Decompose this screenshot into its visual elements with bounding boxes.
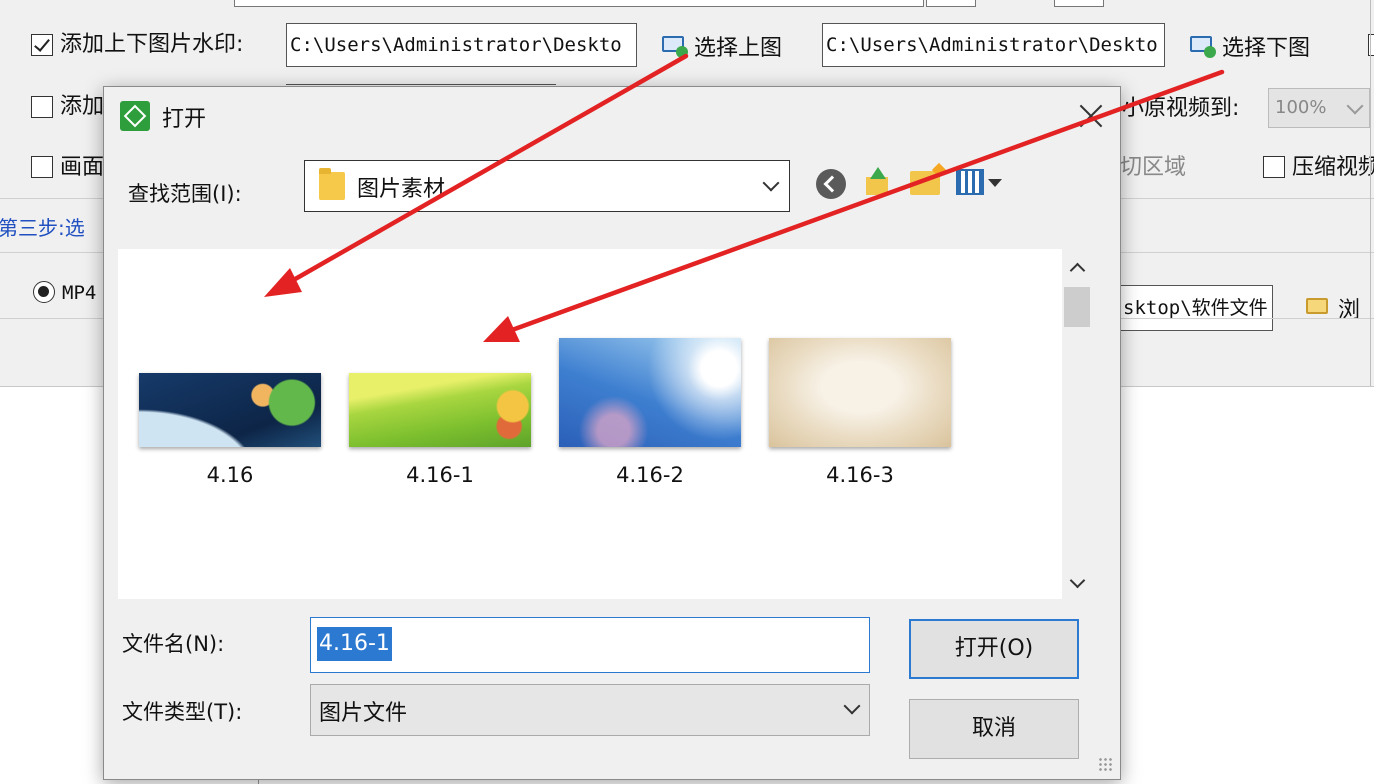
scroll-thumb[interactable] bbox=[1064, 287, 1090, 327]
file-item[interactable]: 4.16-2 bbox=[559, 338, 741, 487]
cropped-spin-2[interactable] bbox=[1054, 0, 1104, 7]
image-add-icon bbox=[662, 34, 688, 58]
image-add-icon bbox=[1190, 34, 1216, 58]
compress-video-checkbox[interactable] bbox=[1263, 156, 1285, 178]
vertical-scrollbar[interactable] bbox=[1062, 249, 1092, 599]
cropped-input-top[interactable] bbox=[234, 0, 924, 7]
select-top-image-button[interactable]: 选择上图 bbox=[662, 30, 782, 62]
chevron-down-icon bbox=[843, 697, 861, 715]
resize-grip-icon[interactable] bbox=[1098, 757, 1114, 773]
file-list-pane: 4.16 4.16-1 4.16-2 4.16-3 bbox=[118, 249, 1063, 599]
filetype-value: 图片文件 bbox=[319, 701, 408, 726]
file-item[interactable]: 4.16-3 bbox=[769, 338, 951, 487]
shrink-percent-select[interactable]: 100% bbox=[1268, 88, 1370, 128]
file-name: 4.16-3 bbox=[826, 463, 894, 487]
dialog-title: 打开 bbox=[162, 107, 207, 132]
file-item[interactable]: 4.16 bbox=[139, 373, 321, 487]
background-window-edge bbox=[1370, 0, 1371, 386]
filename-label: 文件名(N): bbox=[122, 632, 225, 656]
mp4-format-label: MP4 bbox=[62, 282, 97, 304]
app-logo-icon bbox=[120, 101, 150, 131]
cancel-button[interactable]: 取消 bbox=[909, 699, 1079, 759]
compress-video-label: 压缩视频 bbox=[1292, 155, 1374, 180]
filename-input[interactable]: 4.16-1 bbox=[310, 617, 870, 673]
folder-icon bbox=[319, 168, 345, 200]
step3-heading: 第三步:选 bbox=[0, 216, 85, 240]
output-path-input[interactable]: sktop\软件文件 bbox=[1120, 285, 1273, 331]
frame-option-label: 画面 bbox=[60, 155, 105, 180]
file-name: 4.16-1 bbox=[406, 463, 474, 487]
view-menu-icon[interactable] bbox=[956, 169, 984, 195]
look-in-label: 查找范围(I): bbox=[128, 182, 242, 206]
select-top-image-label: 选择上图 bbox=[694, 36, 783, 61]
thumbnail-image bbox=[139, 373, 321, 447]
add-top-bottom-watermark-checkbox[interactable] bbox=[31, 34, 53, 56]
caret-down-icon[interactable] bbox=[988, 179, 1002, 187]
thumbnail-image bbox=[349, 373, 531, 447]
back-arrow-icon[interactable] bbox=[816, 169, 846, 199]
crop-region-label: 切区域 bbox=[1120, 155, 1187, 180]
scroll-down-icon[interactable] bbox=[1069, 572, 1086, 589]
bottom-image-path-input[interactable]: C:\Users\Administrator\Deskto bbox=[822, 23, 1165, 67]
chevron-down-icon bbox=[762, 174, 780, 192]
open-file-dialog: 打开 查找范围(I): 图片素材 4.16 4.16-1 4.16-2 4.16… bbox=[103, 86, 1121, 780]
file-item[interactable]: 4.16-1 bbox=[349, 373, 531, 487]
top-image-path-input[interactable]: C:\Users\Administrator\Deskto bbox=[286, 23, 637, 67]
up-folder-icon[interactable] bbox=[864, 167, 890, 197]
add-option-label: 添加 bbox=[60, 94, 105, 119]
add-option-checkbox[interactable] bbox=[31, 96, 53, 118]
frame-option-checkbox[interactable] bbox=[31, 156, 53, 178]
add-top-bottom-watermark-label: 添加上下图片水印: bbox=[60, 32, 244, 57]
scroll-up-icon[interactable] bbox=[1069, 262, 1086, 279]
browse-button-label: 浏 bbox=[1338, 298, 1361, 323]
filetype-select[interactable]: 图片文件 bbox=[310, 684, 870, 736]
select-bottom-image-label: 选择下图 bbox=[1222, 36, 1311, 61]
chevron-down-icon bbox=[1346, 97, 1364, 115]
shrink-percent-value: 100% bbox=[1275, 97, 1327, 118]
look-in-value: 图片素材 bbox=[357, 177, 446, 202]
look-in-dropdown[interactable]: 图片素材 bbox=[304, 160, 790, 212]
file-name: 4.16 bbox=[206, 463, 254, 487]
new-folder-icon[interactable] bbox=[910, 171, 940, 195]
mp4-format-radio[interactable] bbox=[33, 281, 55, 303]
file-name: 4.16-2 bbox=[616, 463, 684, 487]
filetype-label: 文件类型(T): bbox=[122, 700, 243, 724]
open-button[interactable]: 打开(O) bbox=[909, 619, 1079, 679]
thumbnail-image bbox=[559, 338, 741, 447]
cropped-spin-1[interactable] bbox=[926, 0, 976, 7]
folder-search-icon bbox=[1306, 296, 1332, 320]
filename-value: 4.16-1 bbox=[317, 627, 392, 661]
browse-button[interactable]: 浏 bbox=[1306, 292, 1360, 324]
select-bottom-image-button[interactable]: 选择下图 bbox=[1190, 30, 1310, 62]
close-icon[interactable] bbox=[1076, 101, 1106, 131]
cropped-checkbox-right[interactable] bbox=[1368, 34, 1374, 56]
thumbnail-image bbox=[769, 338, 951, 447]
shrink-video-label: 小原视频到: bbox=[1122, 96, 1240, 121]
